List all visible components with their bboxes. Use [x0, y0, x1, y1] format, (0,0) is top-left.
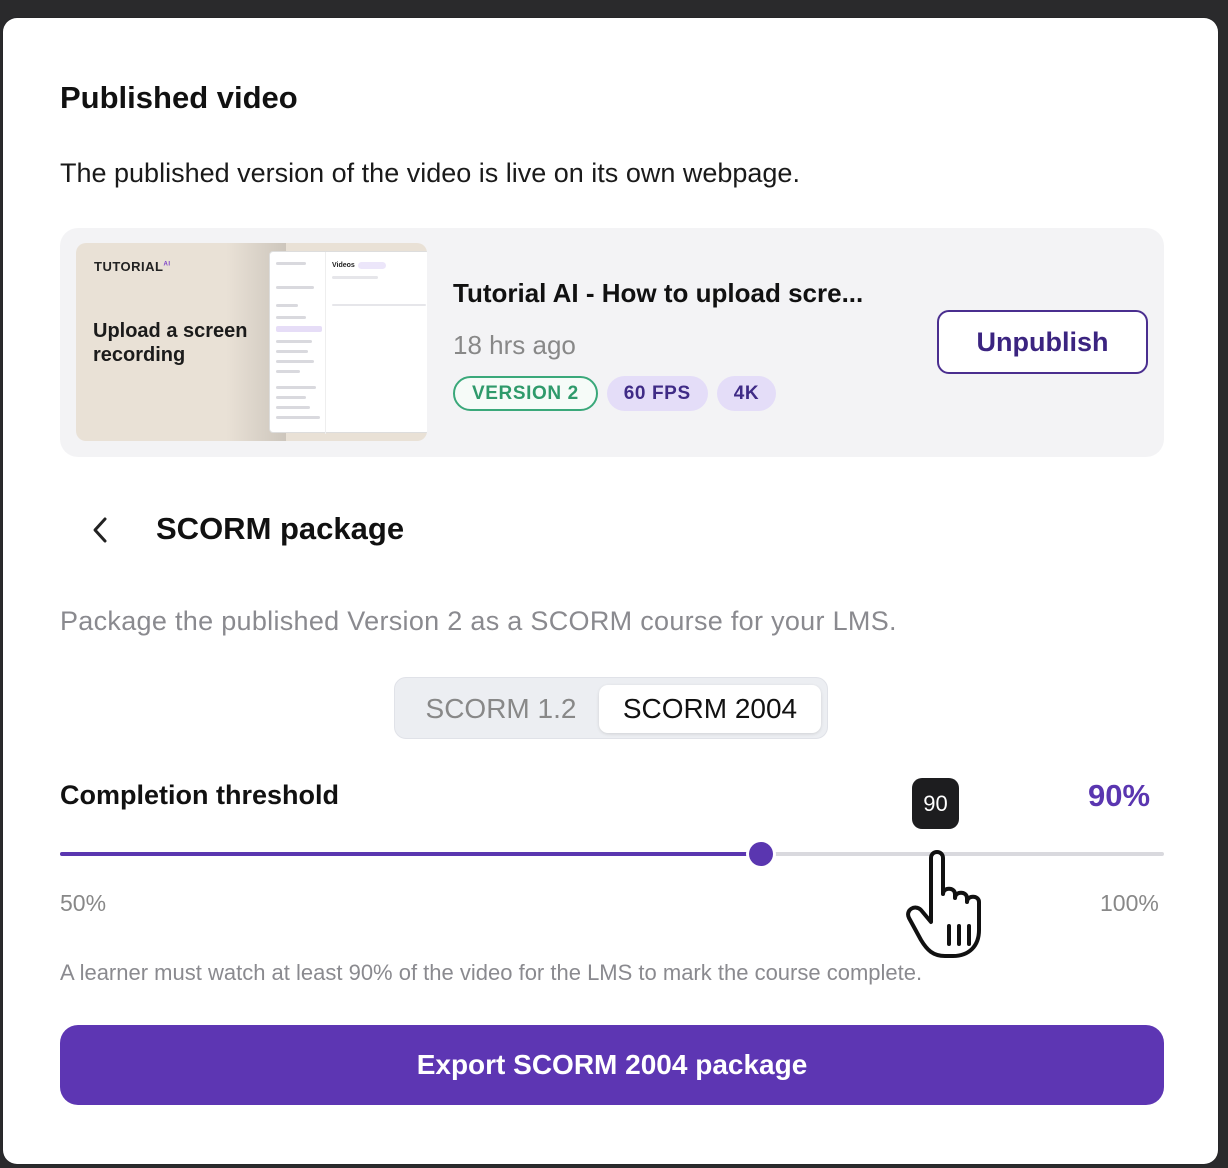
hand-pointer-cursor-icon: [906, 850, 981, 958]
slider-fill: [60, 852, 762, 856]
video-timestamp: 18 hrs ago: [453, 330, 576, 360]
preview-sidebar: [270, 252, 326, 434]
preview-pill: [358, 262, 386, 269]
video-card: TUTORIALAI Upload a screen recording Vid…: [60, 228, 1164, 457]
export-scorm-button[interactable]: Export SCORM 2004 package: [60, 1025, 1164, 1105]
scorm-version-toggle: SCORM 1.2 SCORM 2004: [394, 677, 828, 739]
resolution-badge: 4K: [716, 376, 777, 411]
video-badges: VERSION 2 60 FPS 4K: [453, 376, 777, 411]
slider-max-label: 100%: [1100, 890, 1159, 916]
threshold-value: 90%: [1088, 778, 1151, 813]
modal-title: Published video: [60, 80, 298, 115]
back-button[interactable]: [85, 510, 115, 550]
threshold-helper-text: A learner must watch at least 90% of the…: [60, 960, 923, 985]
slider-handle[interactable]: [749, 842, 774, 866]
unpublish-button[interactable]: Unpublish: [937, 310, 1148, 374]
fps-badge: 60 FPS: [606, 376, 708, 411]
slider-min-label: 50%: [60, 890, 107, 916]
scorm-section-title: SCORM package: [156, 511, 405, 546]
preview-heading: Videos: [332, 262, 355, 269]
threshold-label: Completion threshold: [60, 780, 339, 810]
thumbnail-logo: TUTORIALAI: [94, 259, 171, 274]
chevron-left-icon: [93, 517, 107, 543]
published-video-modal: Published video The published version of…: [3, 18, 1218, 1164]
tab-scorm-1-2[interactable]: SCORM 1.2: [403, 685, 599, 733]
version-badge: VERSION 2: [453, 376, 598, 411]
scorm-description: Package the published Version 2 as a SCO…: [60, 606, 897, 636]
video-title: Tutorial AI - How to upload scre...: [453, 278, 864, 308]
tab-scorm-2004[interactable]: SCORM 2004: [599, 685, 821, 733]
modal-subtitle: The published version of the video is li…: [60, 158, 800, 188]
slider-tooltip: 90: [912, 778, 959, 829]
video-thumbnail[interactable]: TUTORIALAI Upload a screen recording Vid…: [76, 243, 427, 441]
thumbnail-screen-preview: Videos: [269, 251, 427, 434]
